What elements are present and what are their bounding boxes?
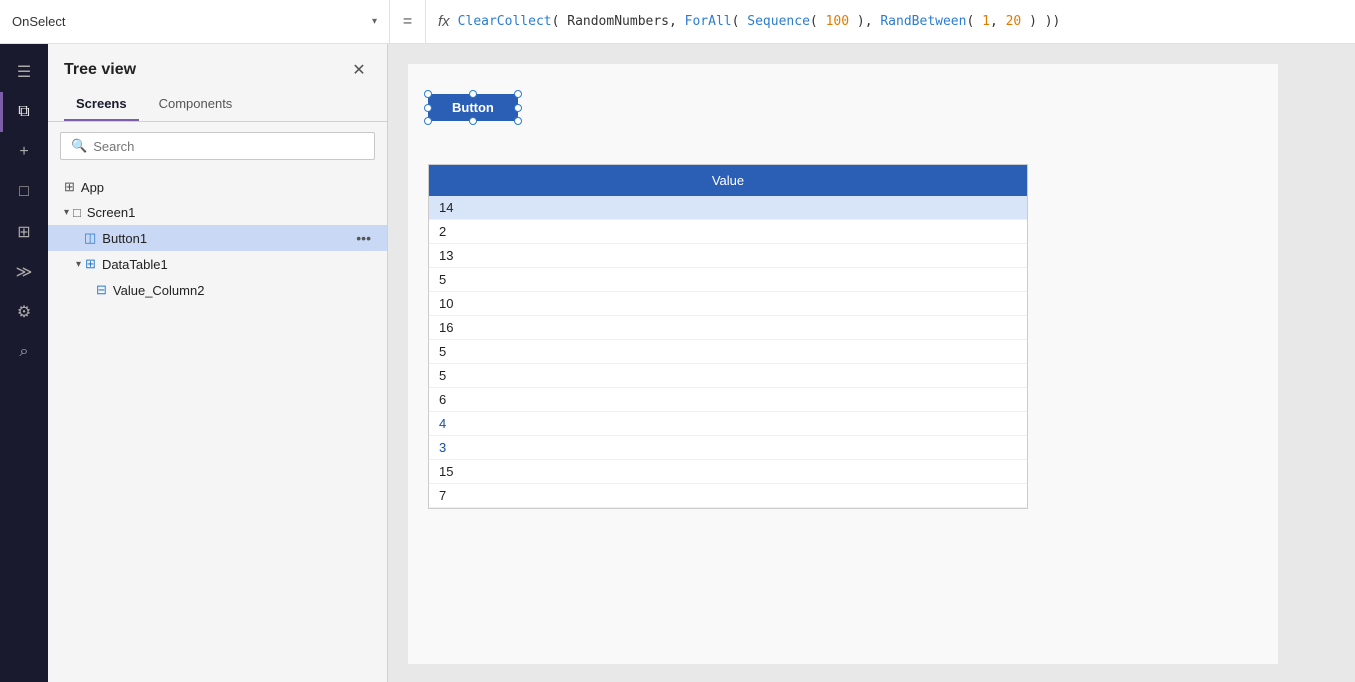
data-icon: ⊞ [17,222,30,242]
search-icon: ⌕ [20,343,29,361]
add-icon: + [19,143,28,161]
table-row: 6 [429,388,1027,412]
expand-icon-datatable1: ▾ [76,259,81,270]
sidebar-item-shapes[interactable]: □ [0,172,48,212]
canvas-datatable: Value 142135101655643157 [428,164,1028,509]
tree-label-app: App [81,180,104,195]
canvas-button-label: Button [452,100,494,115]
main-layout: ☰ ⧉ + □ ⊞ ≫ ⚙ ⌕ Tree view ✕ Screens [0,44,1355,682]
handle-top-center [469,90,477,98]
canvas-button[interactable]: Button [428,94,518,121]
tab-screens[interactable]: Screens [64,90,139,121]
formula-icon: fx [438,13,450,30]
screen-icon: □ [73,205,81,220]
panel-tabs: Screens Components [48,90,387,122]
handle-top-right [514,90,522,98]
sidebar-item-hamburger[interactable]: ☰ [0,52,48,92]
table-row: 7 [429,484,1027,508]
formula-bar[interactable]: fx ClearCollect( RandomNumbers, ForAll( … [426,0,1355,43]
chevron-down-icon: ▾ [372,16,377,27]
tree-item-button1[interactable]: ◫ Button1 ••• [48,225,387,251]
property-select-text: OnSelect [12,14,65,29]
top-bar: OnSelect ▾ = fx ClearCollect( RandomNumb… [0,0,1355,44]
panel-header: Tree view ✕ [48,44,387,90]
icon-bar: ☰ ⧉ + □ ⊞ ≫ ⚙ ⌕ [0,44,48,682]
settings-icon: ⚙ [17,302,31,322]
canvas-area: Button Value 142135101655643157 [388,44,1355,682]
formula-text: ClearCollect( RandomNumbers, ForAll( Seq… [458,14,1061,29]
panel-title: Tree view [64,61,136,79]
property-selector[interactable]: OnSelect ▾ [0,0,390,43]
table-row: 3 [429,436,1027,460]
tree-label-value-column2: Value_Column2 [113,283,205,298]
table-row: 10 [429,292,1027,316]
table-row: 4 [429,412,1027,436]
table-row: 14 [429,196,1027,220]
layers-icon: ⧉ [18,103,29,121]
tree-content: ⊞ App ▾ □ Screen1 ◫ Button1 ••• ▾ ⊞ Data… [48,170,387,682]
tree-item-app[interactable]: ⊞ App [48,174,387,200]
canvas-inner: Button Value 142135101655643157 [408,64,1278,664]
button-icon: ◫ [84,230,96,246]
sidebar-item-layers[interactable]: ⧉ [0,92,48,132]
variables-icon: ≫ [16,262,33,282]
hamburger-icon: ☰ [17,62,31,82]
table-row: 13 [429,244,1027,268]
search-input[interactable] [93,139,364,154]
table-row: 5 [429,364,1027,388]
handle-bottom-left [424,117,432,125]
tab-components[interactable]: Components [147,90,245,121]
table-row: 5 [429,268,1027,292]
equals-sign: = [390,0,426,43]
tree-label-button1: Button1 [102,231,147,246]
sidebar-item-data[interactable]: ⊞ [0,212,48,252]
side-panel: Tree view ✕ Screens Components 🔍 ⊞ App ▾… [48,44,388,682]
datatable-rows: 142135101655643157 [429,196,1027,508]
handle-bottom-right [514,117,522,125]
more-options-button[interactable]: ••• [356,230,371,246]
tree-label-datatable1: DataTable1 [102,257,168,272]
table-row: 15 [429,460,1027,484]
handle-top-left [424,90,432,98]
handle-middle-right [514,104,522,112]
tree-label-screen1: Screen1 [87,205,135,220]
column-icon: ⊟ [96,282,107,298]
sidebar-item-search[interactable]: ⌕ [0,332,48,372]
tree-item-screen1[interactable]: ▾ □ Screen1 [48,200,387,225]
sidebar-item-add[interactable]: + [0,132,48,172]
search-icon: 🔍 [71,138,87,154]
tree-item-value-column2[interactable]: ⊟ Value_Column2 [48,277,387,303]
canvas-button-wrapper[interactable]: Button [428,94,518,121]
table-row: 16 [429,316,1027,340]
datatable-header: Value [429,165,1027,196]
table-row: 5 [429,340,1027,364]
shapes-icon: □ [19,183,29,201]
sidebar-item-settings[interactable]: ⚙ [0,292,48,332]
search-box[interactable]: 🔍 [60,132,375,160]
expand-icon-screen1: ▾ [64,207,69,218]
close-button[interactable]: ✕ [347,58,371,82]
sidebar-item-variables[interactable]: ≫ [0,252,48,292]
handle-middle-left [424,104,432,112]
table-row: 2 [429,220,1027,244]
tree-item-datatable1[interactable]: ▾ ⊞ DataTable1 [48,251,387,277]
handle-bottom-center [469,117,477,125]
datatable-icon: ⊞ [85,256,96,272]
app-icon: ⊞ [64,179,75,195]
